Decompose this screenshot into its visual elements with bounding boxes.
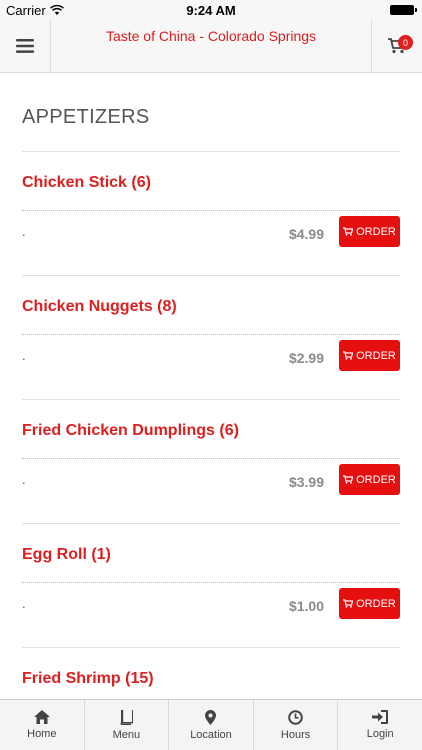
- order-button-label: ORDER: [356, 225, 396, 238]
- order-button[interactable]: ORDER: [339, 340, 400, 371]
- menu-item-price: $1.00: [288, 598, 324, 614]
- app-header: Taste of China - Colorado Springs 0: [0, 20, 422, 73]
- cart-count-badge: 0: [398, 35, 413, 50]
- book-icon: [120, 709, 134, 725]
- status-time: 9:24 AM: [186, 3, 236, 18]
- menu-item-name[interactable]: Egg Roll (1): [22, 546, 111, 564]
- tab-label: Location: [190, 728, 232, 741]
- menu-item-description: .: [22, 472, 26, 487]
- tab-login[interactable]: Login: [338, 700, 422, 750]
- menu-item-name[interactable]: Fried Shrimp (15): [22, 670, 154, 688]
- menu-item-description: .: [22, 224, 26, 239]
- menu-item-price: $3.99: [288, 474, 324, 490]
- cart-icon: [343, 227, 354, 236]
- menu-item-price: $4.99: [288, 226, 324, 242]
- menu-item-description: .: [22, 596, 26, 611]
- bottom-tab-bar: Home Menu Location Hours Login: [0, 699, 422, 750]
- tab-label: Login: [366, 728, 394, 740]
- order-button[interactable]: ORDER: [339, 588, 400, 619]
- dotted-divider: [22, 334, 400, 335]
- restaurant-title: Taste of China - Colorado Springs: [105, 28, 317, 44]
- order-button[interactable]: ORDER: [339, 464, 400, 495]
- hamburger-icon: [16, 39, 34, 53]
- tab-label: Home: [27, 728, 57, 740]
- cart-icon: [343, 351, 354, 360]
- login-icon: [372, 710, 389, 724]
- order-button[interactable]: ORDER: [339, 216, 400, 247]
- menu-item: Chicken Nuggets (8) . $2.99 ORDER: [22, 276, 400, 400]
- clock-icon: [288, 709, 303, 725]
- menu-item: Egg Roll (1) . $1.00 ORDER: [22, 524, 400, 648]
- tab-menu[interactable]: Menu: [85, 700, 170, 750]
- tab-home[interactable]: Home: [0, 700, 85, 750]
- menu-item-price: $2.99: [288, 350, 324, 366]
- menu-item-description: .: [22, 348, 26, 363]
- cart-icon: [343, 599, 354, 608]
- menu-item: Fried Shrimp (15): [22, 648, 400, 699]
- order-button-label: ORDER: [356, 349, 396, 362]
- order-button-label: ORDER: [356, 597, 396, 610]
- cart-button[interactable]: 0: [371, 20, 422, 72]
- menu-item: Fried Chicken Dumplings (6) . $3.99 ORDE…: [22, 400, 400, 524]
- dotted-divider: [22, 582, 400, 583]
- menu-item: Chicken Stick (6) . $4.99 ORDER: [22, 152, 400, 276]
- battery-icon: [390, 5, 417, 15]
- dotted-divider: [22, 458, 400, 459]
- section-title: APPETIZERS: [22, 106, 150, 128]
- order-button-label: ORDER: [356, 473, 396, 486]
- status-bar: Carrier 9:24 AM: [0, 0, 422, 20]
- menu-item-name[interactable]: Chicken Nuggets (8): [22, 298, 177, 316]
- cart-icon: [343, 475, 354, 484]
- home-icon: [33, 710, 50, 724]
- tab-location[interactable]: Location: [169, 700, 254, 750]
- tab-label: Hours: [280, 728, 311, 741]
- menu-item-name[interactable]: Fried Chicken Dumplings (6): [22, 422, 239, 440]
- tab-hours[interactable]: Hours: [254, 700, 339, 750]
- menu-item-name[interactable]: Chicken Stick (6): [22, 174, 151, 192]
- hamburger-menu-button[interactable]: [0, 20, 51, 72]
- dotted-divider: [22, 210, 400, 211]
- map-pin-icon: [205, 709, 217, 725]
- menu-content[interactable]: APPETIZERS Chicken Stick (6) . $4.99 ORD…: [0, 73, 422, 699]
- tab-label: Menu: [112, 728, 141, 741]
